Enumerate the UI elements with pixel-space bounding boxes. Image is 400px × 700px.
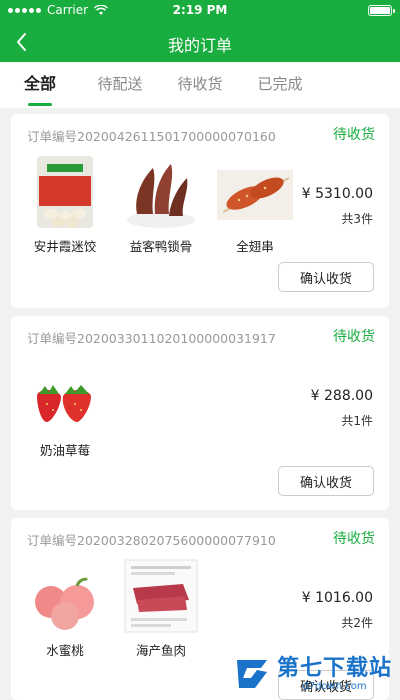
order-card[interactable]: 订单编号2020042611501700000070160 待收货 安井霞迷饺 … xyxy=(11,114,389,308)
product-item[interactable]: 海产鱼肉 xyxy=(121,558,201,659)
status-time: 2:19 PM xyxy=(172,3,228,17)
order-price: ¥ 5310.00 xyxy=(301,186,373,202)
tab-pending-delivery[interactable]: 待配送 xyxy=(80,62,160,108)
chicken-wing-skewer-icon xyxy=(217,170,293,220)
duck-neck-icon xyxy=(127,164,195,228)
order-price: ¥ 1016.00 xyxy=(301,590,373,606)
tab-completed[interactable]: 已完成 xyxy=(240,62,320,108)
order-price: ¥ 288.00 xyxy=(310,388,373,404)
strawberry-icon xyxy=(37,385,91,422)
order-number: 订单编号2020042611501700000070160 xyxy=(27,129,276,144)
order-header: 订单编号2020042611501700000070160 待收货 xyxy=(27,126,375,145)
watermark-text: 第七下载站 xyxy=(276,655,392,681)
item-count: 共3件 xyxy=(341,212,373,226)
battery-icon xyxy=(368,5,395,16)
order-tabs: 全部 待配送 待收货 已完成 xyxy=(0,62,400,108)
dumpling-bag-icon xyxy=(37,156,93,228)
product-item[interactable]: 全翅串 xyxy=(215,154,295,255)
order-status: 待收货 xyxy=(333,531,375,547)
status-bar: Carrier 2:19 PM xyxy=(0,0,400,22)
product-name: 益客鸭锁骨 xyxy=(129,239,193,254)
peach-icon xyxy=(35,577,94,630)
product-item[interactable]: 水蜜桃 xyxy=(25,558,105,659)
confirm-receipt-button[interactable]: 确认收货 xyxy=(278,466,374,496)
product-name: 奶油草莓 xyxy=(39,443,90,458)
tab-pending-receipt[interactable]: 待收货 xyxy=(160,62,240,108)
site-watermark: 第七下载站 d7down.com xyxy=(233,654,392,694)
order-card[interactable]: 订单编号2020033011020100000031917 待收货 奶油草莓 ¥… xyxy=(11,316,389,510)
item-count: 共1件 xyxy=(341,414,373,428)
tab-all[interactable]: 全部 xyxy=(0,62,80,108)
order-number: 订单编号2020033011020100000031917 xyxy=(27,331,276,346)
order-header: 订单编号2020033011020100000031917 待收货 xyxy=(27,328,375,347)
order-status: 待收货 xyxy=(333,127,375,143)
watermark-url: d7down.com xyxy=(302,680,367,692)
order-header: 订单编号2020032802075600000077910 待收货 xyxy=(27,530,375,549)
product-name: 海产鱼肉 xyxy=(135,643,186,658)
product-name: 全翅串 xyxy=(236,239,274,254)
product-name: 水蜜桃 xyxy=(46,643,84,658)
d7-logo-icon xyxy=(236,660,267,688)
order-number: 订单编号2020032802075600000077910 xyxy=(27,533,276,548)
confirm-receipt-button[interactable]: 确认收货 xyxy=(278,262,374,292)
product-item[interactable]: 奶油草莓 xyxy=(25,358,105,459)
fish-meat-icon xyxy=(124,559,198,633)
page-title: 我的订单 xyxy=(167,36,232,55)
product-item[interactable]: 安井霞迷饺 xyxy=(25,154,105,255)
nav-bar: 我的订单 xyxy=(0,22,400,62)
product-name: 安井霞迷饺 xyxy=(33,239,97,254)
product-item[interactable]: 益客鸭锁骨 xyxy=(121,154,201,255)
item-count: 共2件 xyxy=(341,616,373,630)
order-status: 待收货 xyxy=(333,329,375,345)
